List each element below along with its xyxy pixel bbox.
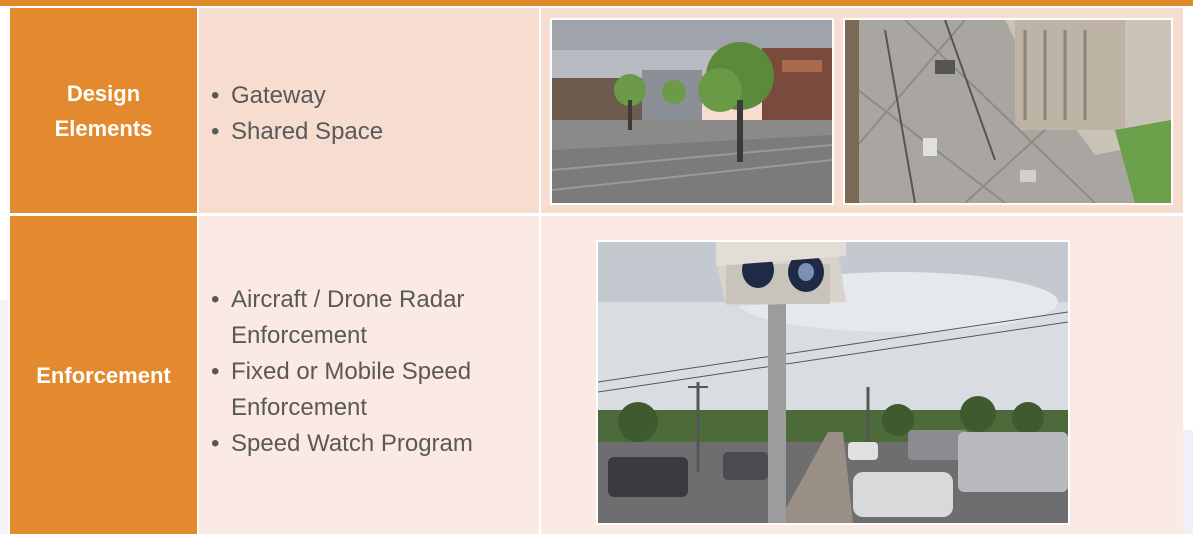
bullet-marker: •	[211, 82, 220, 109]
bullet-marker: •	[211, 430, 220, 457]
bullet-cell: • Gateway • Shared Space	[199, 8, 539, 213]
speed-camera-photo	[596, 240, 1070, 525]
heading-line: Design	[66, 80, 141, 106]
heading-line: Enforcement	[36, 362, 171, 388]
bullet-list: • Gateway • Shared Space	[205, 78, 383, 150]
image-cell	[541, 216, 1183, 534]
bullet-marker: •	[211, 286, 220, 313]
strategy-table: Design Elements •Gateway •Shared Space	[10, 8, 1183, 534]
bullet-item: • Shared Space	[205, 114, 383, 150]
row-heading-design-elements: Design Elements	[10, 8, 197, 213]
bullet-cell: • Aircraft / Drone Radar Enforcement • F…	[199, 216, 539, 534]
bullet-list: • Aircraft / Drone Radar Enforcement • F…	[205, 282, 473, 462]
heading-line: Elements	[54, 115, 153, 141]
slide-edge-decoration	[1183, 430, 1193, 534]
bullet-marker: •	[211, 358, 220, 385]
row-heading-enforcement: Enforcement	[10, 216, 197, 534]
top-accent-bar	[0, 0, 1193, 6]
bullet-item: • Fixed or Mobile Speed Enforcement	[205, 354, 473, 426]
shared-space-photo	[843, 18, 1173, 205]
bullet-item: • Gateway	[205, 78, 383, 114]
image-cell	[541, 8, 1183, 213]
bullet-marker: •	[211, 118, 220, 145]
bullet-item: • Aircraft / Drone Radar Enforcement	[205, 282, 473, 354]
slide-edge-decoration	[0, 300, 8, 534]
bullet-item: • Speed Watch Program	[205, 426, 473, 462]
gateway-photo	[550, 18, 834, 205]
